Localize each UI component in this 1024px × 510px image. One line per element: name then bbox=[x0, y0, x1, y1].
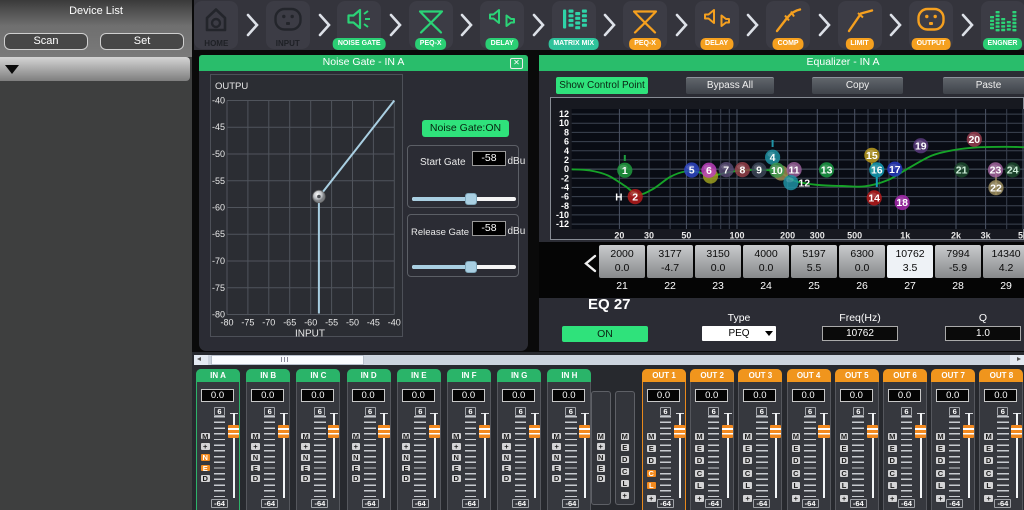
svg-text:12: 12 bbox=[798, 177, 810, 189]
svg-text:-75: -75 bbox=[212, 283, 225, 293]
svg-text:19: 19 bbox=[915, 140, 927, 152]
svg-text:6: 6 bbox=[706, 165, 712, 177]
svg-text:24: 24 bbox=[1007, 165, 1019, 177]
svg-text:18: 18 bbox=[896, 197, 908, 209]
svg-text:21: 21 bbox=[956, 165, 968, 177]
svg-text:16: 16 bbox=[871, 165, 883, 177]
svg-text:6: 6 bbox=[564, 137, 569, 147]
svg-text:14: 14 bbox=[868, 193, 880, 205]
svg-text:4: 4 bbox=[770, 152, 776, 164]
svg-text:12: 12 bbox=[559, 109, 569, 119]
svg-text:10: 10 bbox=[559, 118, 569, 128]
svg-text:4: 4 bbox=[564, 146, 569, 156]
svg-text:23: 23 bbox=[990, 165, 1002, 177]
svg-text:-50: -50 bbox=[212, 149, 225, 159]
svg-text:17: 17 bbox=[889, 164, 901, 176]
svg-text:-40: -40 bbox=[212, 96, 225, 106]
svg-text:INPUT: INPUT bbox=[295, 329, 325, 340]
svg-text:2: 2 bbox=[564, 155, 569, 165]
svg-text:-60: -60 bbox=[304, 318, 317, 328]
svg-text:-55: -55 bbox=[325, 318, 338, 328]
svg-text:-60: -60 bbox=[212, 203, 225, 213]
svg-text:8: 8 bbox=[739, 164, 745, 176]
svg-text:-45: -45 bbox=[367, 318, 380, 328]
svg-text:300: 300 bbox=[810, 231, 825, 241]
svg-text:30: 30 bbox=[644, 231, 654, 241]
svg-text:11: 11 bbox=[789, 164, 800, 176]
svg-text:7: 7 bbox=[723, 164, 729, 176]
svg-text:-8: -8 bbox=[561, 201, 569, 211]
svg-text:2k: 2k bbox=[951, 231, 962, 241]
svg-text:-45: -45 bbox=[212, 122, 225, 132]
svg-text:-65: -65 bbox=[212, 229, 225, 239]
svg-text:20: 20 bbox=[614, 231, 624, 241]
svg-text:-6: -6 bbox=[561, 192, 569, 202]
svg-text:50: 50 bbox=[681, 231, 691, 241]
svg-text:-10: -10 bbox=[556, 210, 569, 220]
svg-text:-80: -80 bbox=[220, 318, 233, 328]
svg-text:100: 100 bbox=[729, 231, 744, 241]
svg-text:-12: -12 bbox=[556, 219, 569, 229]
svg-text:-2: -2 bbox=[561, 173, 569, 183]
svg-text:-50: -50 bbox=[346, 318, 359, 328]
svg-text:1: 1 bbox=[622, 165, 628, 177]
svg-text:OUTPU: OUTPU bbox=[215, 81, 248, 92]
svg-text:500: 500 bbox=[847, 231, 862, 241]
svg-text:200: 200 bbox=[780, 231, 795, 241]
svg-text:5k: 5k bbox=[1018, 231, 1024, 241]
svg-text:20: 20 bbox=[968, 134, 980, 146]
svg-text:-70: -70 bbox=[212, 256, 225, 266]
svg-text:3k: 3k bbox=[981, 231, 992, 241]
svg-text:10: 10 bbox=[771, 165, 783, 177]
svg-text:15: 15 bbox=[866, 150, 878, 162]
svg-text:2: 2 bbox=[632, 191, 638, 203]
svg-text:-65: -65 bbox=[283, 318, 296, 328]
svg-text:-55: -55 bbox=[212, 176, 225, 186]
svg-text:8: 8 bbox=[564, 127, 569, 137]
svg-text:5: 5 bbox=[689, 165, 695, 177]
svg-text:0: 0 bbox=[564, 164, 569, 174]
svg-text:1k: 1k bbox=[900, 231, 911, 241]
svg-text:-75: -75 bbox=[241, 318, 254, 328]
svg-text:-40: -40 bbox=[388, 318, 401, 328]
svg-text:-70: -70 bbox=[262, 318, 275, 328]
svg-text:H: H bbox=[615, 192, 622, 203]
svg-text:13: 13 bbox=[821, 165, 833, 177]
svg-text:-4: -4 bbox=[561, 182, 569, 192]
svg-text:22: 22 bbox=[990, 182, 1002, 194]
svg-text:9: 9 bbox=[756, 165, 762, 177]
